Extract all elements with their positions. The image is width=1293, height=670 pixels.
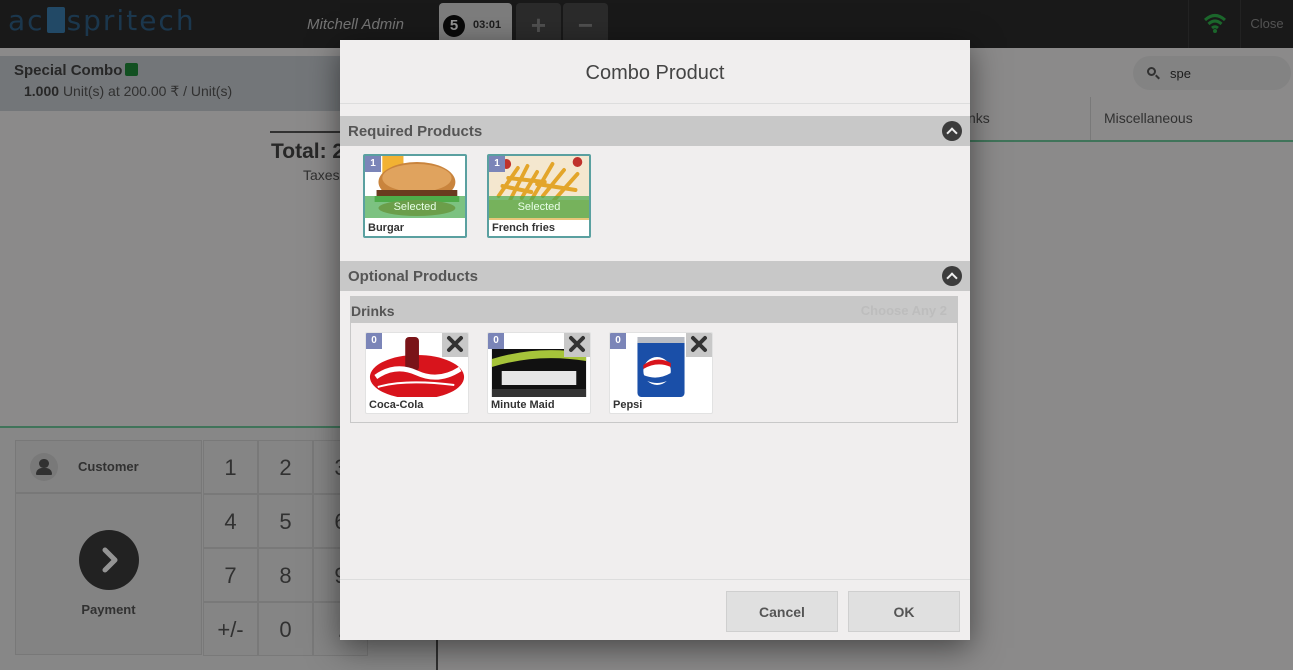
product-name: Burgar	[368, 222, 405, 234]
optional-products-title: Optional Products	[348, 268, 479, 285]
product-card-french-fries[interactable]: 1 Selected French fries	[487, 154, 591, 238]
combo-product-dialog: Combo Product Required Products 1 Select…	[340, 40, 970, 640]
remove-icon[interactable]	[442, 333, 468, 357]
chevron-up-icon[interactable]	[942, 121, 962, 141]
dialog-footer: Cancel OK	[340, 579, 970, 640]
required-products-title: Required Products	[348, 123, 483, 140]
quantity-badge: 1	[489, 156, 505, 172]
product-name: Minute Maid	[491, 399, 555, 411]
remove-icon[interactable]	[564, 333, 590, 357]
product-name: French fries	[492, 222, 555, 234]
product-card-minute-maid[interactable]: 0 Minute Maid	[487, 332, 591, 414]
chevron-up-icon[interactable]	[942, 266, 962, 286]
required-products-header[interactable]: Required Products	[340, 116, 970, 146]
quantity-badge: 0	[610, 333, 626, 349]
product-name: Pepsi	[613, 399, 643, 411]
quantity-badge: 0	[488, 333, 504, 349]
drinks-group-header: Drinks Choose Any 2	[351, 297, 957, 323]
cancel-button[interactable]: Cancel	[726, 591, 838, 632]
drinks-group-rule: Choose Any 2	[860, 303, 947, 318]
selected-label: Selected	[489, 196, 589, 218]
product-card-pepsi[interactable]: 0 Pepsi	[609, 332, 713, 414]
quantity-badge: 0	[366, 333, 382, 349]
product-card-coca-cola[interactable]: 0 Coca-Cola	[365, 332, 469, 414]
dialog-title: Combo Product	[340, 40, 970, 104]
selected-label: Selected	[365, 196, 465, 218]
drinks-group-title: Drinks	[351, 303, 395, 319]
drinks-group: Drinks Choose Any 2 0 Coca-Cola 0 Minute…	[350, 296, 958, 423]
product-card-burgar[interactable]: 1 Selected Burgar	[363, 154, 467, 238]
optional-products-header[interactable]: Optional Products	[340, 261, 970, 291]
product-name: Coca-Cola	[369, 399, 424, 411]
ok-button[interactable]: OK	[848, 591, 960, 632]
remove-icon[interactable]	[686, 333, 712, 357]
quantity-badge: 1	[365, 156, 381, 172]
